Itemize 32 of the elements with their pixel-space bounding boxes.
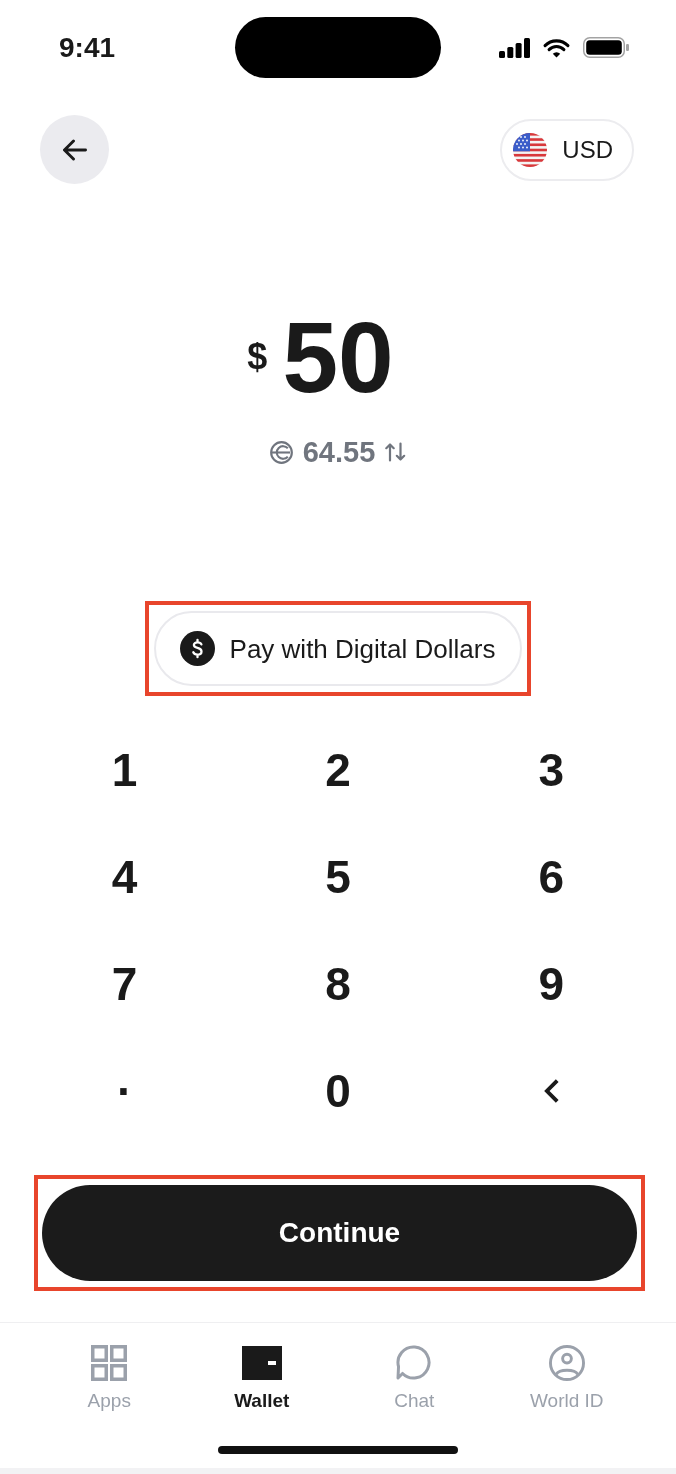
status-time: 9:41 [59,33,116,62]
coin-icon [269,440,293,464]
swap-arrows-icon[interactable] [385,442,407,462]
signal-icon [499,37,530,58]
decimal-key[interactable]: · [105,1063,145,1118]
wifi-icon [542,37,571,58]
arrow-left-icon [62,138,87,161]
pay-method-button[interactable]: Pay with Digital Dollars [153,611,523,686]
chevron-left-icon [542,1078,560,1103]
digit-key[interactable]: 2 [313,742,363,797]
digit-key[interactable]: 3 [526,742,577,797]
digit-key[interactable]: 1 [99,742,150,797]
currency-selector[interactable]: USD [500,118,634,181]
digit-key[interactable]: 0 [313,1063,363,1118]
grid-icon [91,1345,128,1381]
wallet-icon [241,1346,282,1380]
battery-icon [583,37,629,58]
amount-value: 50 [282,307,394,407]
user-circle-icon [548,1345,585,1381]
continue-button[interactable]: Continue [42,1185,637,1281]
chat-bubble-icon [395,1345,433,1381]
converted-amount: 64.55 [302,436,376,468]
dollar-coin-icon [179,631,215,666]
digit-key[interactable]: 8 [313,956,363,1011]
flag-icon [513,132,548,167]
digit-key[interactable]: 6 [526,849,577,904]
digit-key[interactable]: 4 [99,849,150,904]
tab-item[interactable]: Wallet [234,1345,290,1412]
digit-key[interactable]: 5 [313,849,363,904]
currency-symbol: $ [247,339,268,375]
digit-key[interactable]: 7 [99,956,150,1011]
digit-key[interactable]: 9 [526,956,577,1011]
